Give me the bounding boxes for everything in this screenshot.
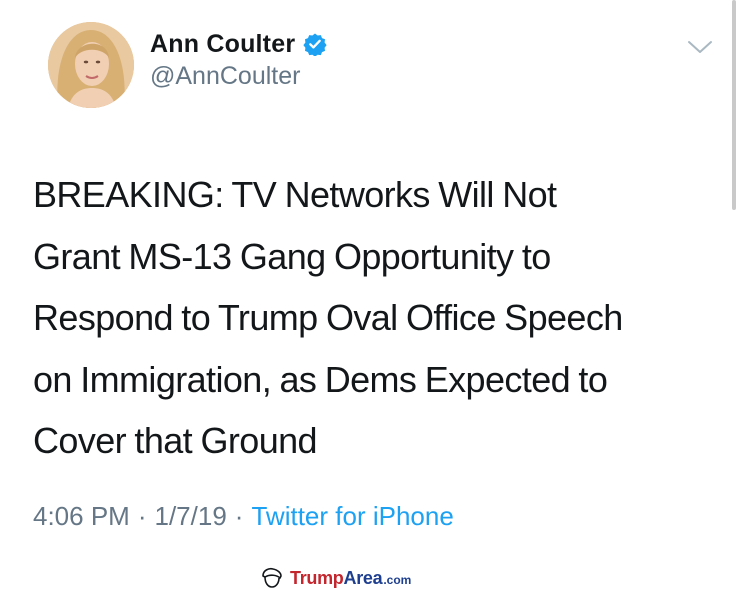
trump-hair-logo-icon — [262, 567, 282, 588]
meta-separator: · — [137, 501, 147, 531]
tweet-text-line: Cover that Ground — [33, 420, 318, 461]
watermark-tld: .com — [383, 573, 412, 587]
tweet-source-link[interactable]: Twitter for iPhone — [251, 501, 453, 532]
tweet-text-line: BREAKING: TV Networks Will Not — [33, 174, 557, 215]
display-name[interactable]: Ann Coulter — [150, 30, 295, 59]
avatar[interactable] — [48, 22, 134, 108]
watermark-brand-part1: Trump — [290, 567, 344, 588]
tweet-card: Ann Coulter @AnnCoulter BREAKING: TV Net… — [0, 0, 740, 591]
tweet-time[interactable]: 4:06 PM — [33, 501, 130, 532]
watermark: TrumpArea .com — [260, 565, 411, 591]
tweet-text: BREAKING: TV Networks Will Not Grant MS-… — [33, 164, 723, 472]
user-handle[interactable]: @AnnCoulter — [150, 62, 300, 91]
watermark-brand-part2: Area — [343, 567, 383, 588]
scrollbar[interactable] — [732, 0, 736, 210]
tweet-text-line: Grant MS-13 Gang Opportunity to — [33, 235, 551, 277]
avatar-portrait-icon — [48, 22, 134, 108]
tweet-text-line: on Immigration, as Dems Expected to — [33, 358, 608, 400]
watermark-brand: TrumpArea — [290, 567, 383, 589]
display-name-row: Ann Coulter — [150, 28, 327, 60]
meta-separator: · — [234, 501, 244, 531]
tweet-text-line: Respond to Trump Oval Office Speech — [33, 297, 623, 338]
tweet-date[interactable]: 1/7/19 — [155, 501, 227, 532]
chevron-down-icon[interactable] — [685, 36, 715, 58]
tweet-metadata: 4:06 PM · 1/7/19 · Twitter for iPhone — [33, 501, 454, 532]
verified-badge-icon — [303, 32, 327, 57]
